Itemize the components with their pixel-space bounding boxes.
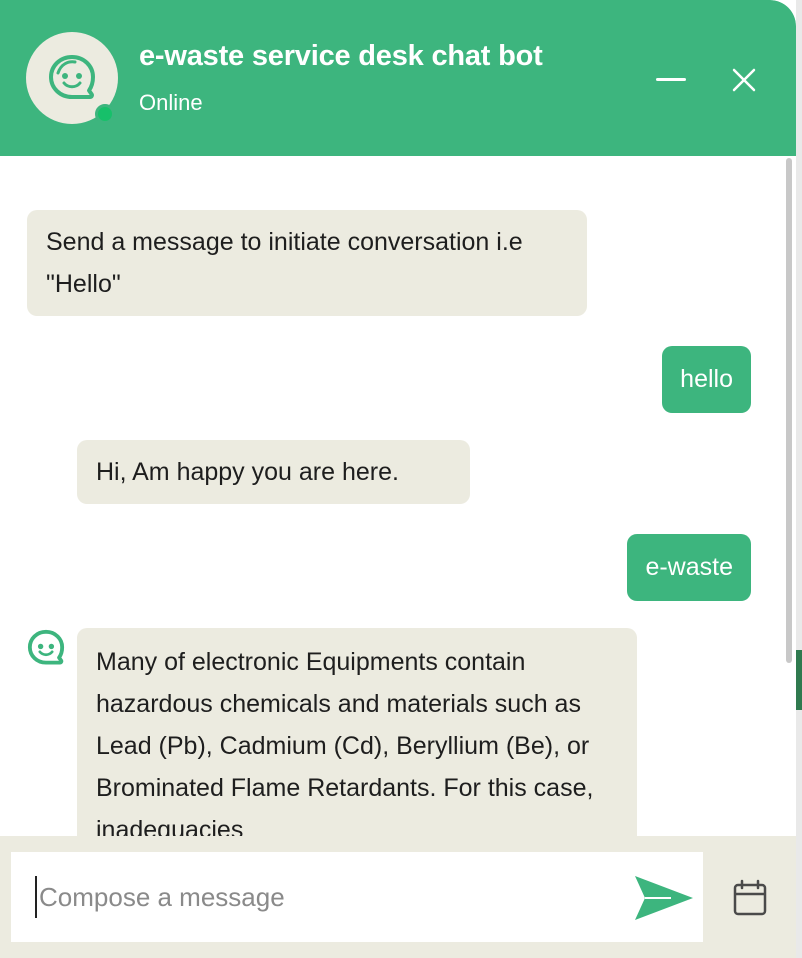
online-status-dot: [95, 104, 115, 124]
minimize-icon: [656, 78, 686, 81]
smiling-bot-icon: [49, 55, 95, 99]
send-icon: [635, 876, 693, 920]
message-input[interactable]: [35, 876, 599, 918]
close-icon: [732, 68, 756, 92]
send-button[interactable]: [631, 868, 701, 928]
bot-message: Hi, Am happy you are here.: [77, 440, 470, 504]
bot-message: Many of electronic Equipments contain ha…: [77, 628, 637, 836]
status-text: Online: [139, 90, 203, 115]
chat-header: e-waste service desk chat bot Online: [0, 0, 796, 156]
minimize-button[interactable]: [650, 62, 692, 98]
message-list[interactable]: Send a message to initiate conversation …: [0, 156, 796, 836]
calendar-icon: [733, 879, 767, 916]
bot-avatar-icon: [27, 629, 65, 665]
scrollbar[interactable]: [782, 156, 796, 836]
message-input-box[interactable]: [11, 852, 703, 942]
bot-message: Send a message to initiate conversation …: [27, 210, 587, 316]
user-message: hello: [662, 346, 751, 413]
chat-widget: e-waste service desk chat bot Online Sen…: [0, 0, 796, 958]
calendar-button[interactable]: [724, 876, 776, 924]
scrollbar-thumb[interactable]: [786, 158, 792, 663]
close-button[interactable]: [722, 58, 766, 102]
composer: [0, 836, 796, 958]
user-message: e-waste: [627, 534, 751, 601]
window-edge: [796, 0, 802, 958]
chat-title: e-waste service desk chat bot: [139, 40, 543, 72]
window-edge-accent: [796, 650, 802, 710]
